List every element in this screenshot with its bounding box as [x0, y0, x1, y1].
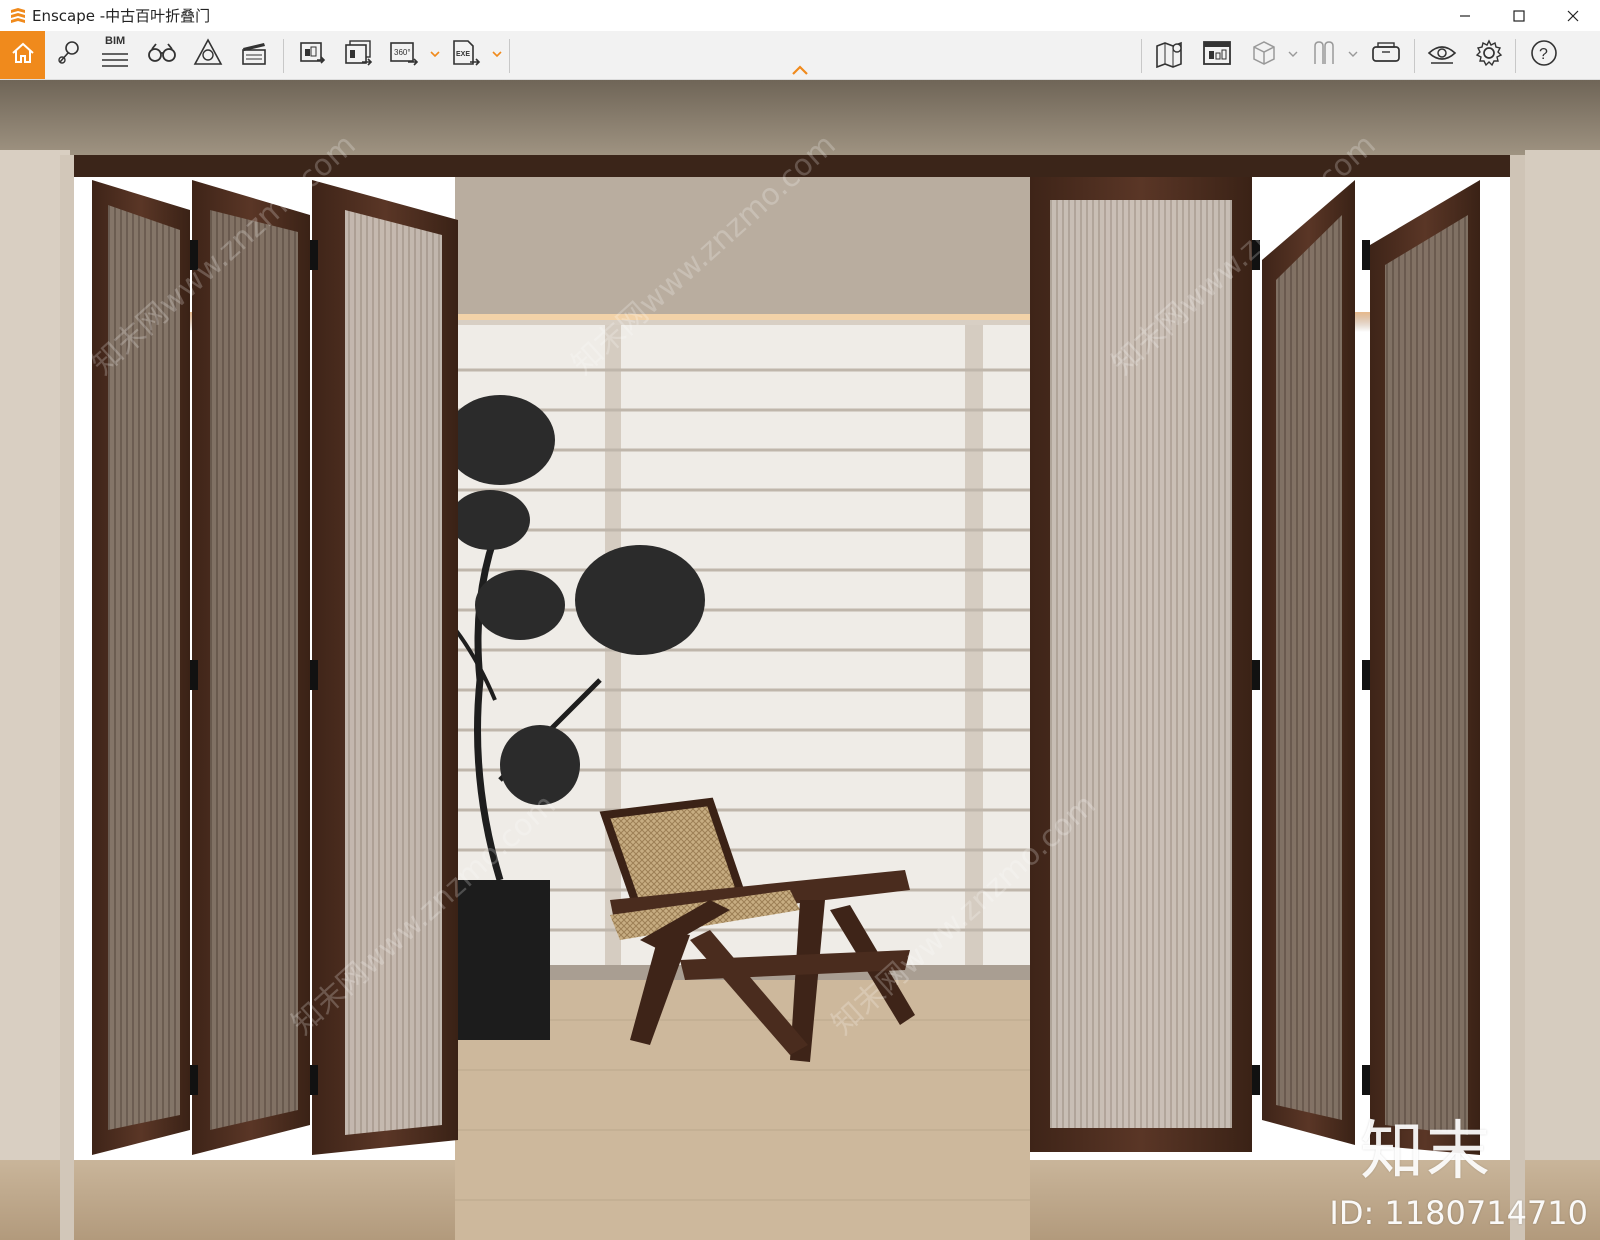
window-title: Enscape -中古百叶折叠门 [32, 7, 211, 25]
batch-render-icon [342, 38, 374, 73]
clapperboard-icon [240, 39, 268, 72]
home-icon [9, 39, 37, 72]
vr-headset-icon [1370, 38, 1402, 73]
location-pin-icon [54, 38, 84, 73]
svg-text:?: ? [1539, 46, 1548, 63]
toolbar-separator [283, 39, 284, 73]
minimize-button[interactable] [1438, 0, 1492, 31]
exe-dropdown-chevron-icon[interactable] [492, 49, 502, 59]
svg-text:360°: 360° [394, 48, 411, 57]
toolbar-separator [1515, 39, 1516, 73]
cube-icon [1249, 38, 1279, 73]
bim-button[interactable]: BIM [93, 31, 137, 79]
sync-views-icon [1309, 38, 1339, 73]
asset-library-button[interactable] [186, 31, 230, 79]
video-editor-button[interactable] [232, 31, 276, 79]
right-folding-door-panels [1030, 177, 1480, 1155]
svg-text:EXE: EXE [456, 51, 470, 58]
map-icon [1154, 38, 1186, 73]
render-export-icon [297, 38, 327, 73]
help-button[interactable]: ? [1522, 31, 1566, 79]
binoculars-icon [146, 41, 178, 70]
cube-button[interactable] [1242, 31, 1286, 79]
visual-settings-button[interactable] [1420, 31, 1464, 79]
settings-button[interactable] [1467, 31, 1511, 79]
toolbar-separator [509, 39, 510, 73]
screenshot-button[interactable] [290, 31, 334, 79]
exe-export-button[interactable]: EXE [444, 31, 488, 79]
preview-window-button[interactable] [1195, 31, 1239, 79]
exe-export-icon: EXE [450, 38, 482, 73]
watermark-id: ID: 1180714710 [1329, 1194, 1588, 1232]
help-icon: ? [1529, 38, 1559, 73]
views-button[interactable] [47, 31, 91, 79]
vr-headset-button[interactable] [1364, 31, 1408, 79]
preview-window-icon [1201, 39, 1233, 72]
panorama-dropdown-chevron-icon[interactable] [430, 49, 440, 59]
title-bar: Enscape -中古百叶折叠门 [0, 0, 1600, 31]
binoculars-button[interactable] [140, 31, 184, 79]
enscape-logo-icon [7, 5, 29, 27]
panorama-button[interactable]: 360° [382, 31, 426, 79]
map-button[interactable] [1148, 31, 1192, 79]
close-button[interactable] [1546, 0, 1600, 31]
bim-label: BIM [105, 35, 126, 47]
toolbar-separator [1414, 39, 1415, 73]
panorama-360-icon: 360° [388, 38, 420, 73]
maximize-button[interactable] [1492, 0, 1546, 31]
home-button[interactable] [0, 31, 45, 79]
toolbar: BIM 360° EXE ? [0, 31, 1600, 80]
watermark-brand: 知末 [1360, 1115, 1492, 1189]
batch-render-button[interactable] [336, 31, 380, 79]
sync-views-button[interactable] [1302, 31, 1346, 79]
bim-icon [100, 50, 130, 75]
render-viewport[interactable]: 知末网www.znzmo.com 知末网www.znzmo.com 知末网www… [0, 80, 1600, 1240]
eye-icon [1426, 39, 1458, 72]
toolbar-separator [1141, 39, 1142, 73]
cube-dropdown-chevron-icon[interactable] [1288, 49, 1298, 59]
collapse-toolbar-chevron-icon[interactable] [790, 63, 810, 77]
sync-dropdown-chevron-icon[interactable] [1348, 49, 1358, 59]
gear-icon [1474, 38, 1504, 73]
asset-library-icon [193, 37, 223, 73]
